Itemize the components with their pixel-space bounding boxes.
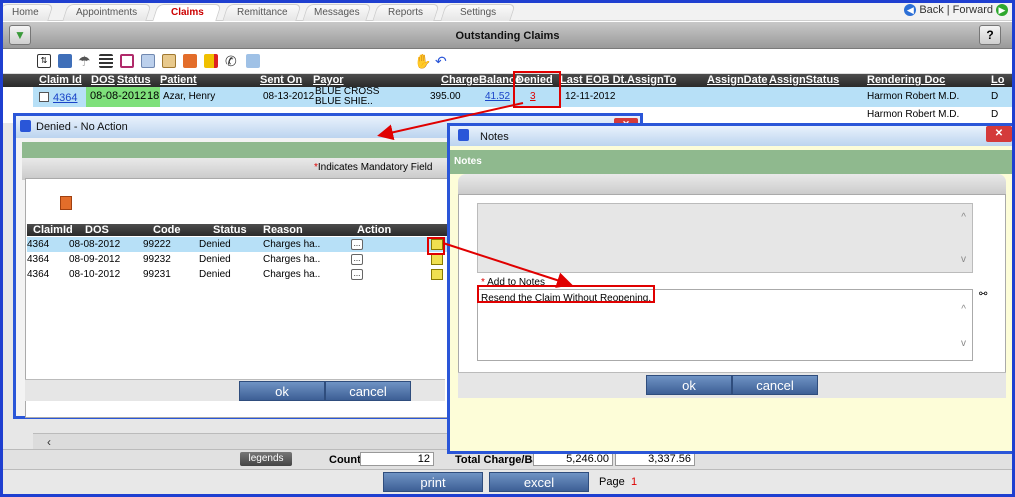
arrow-icon-to-notes <box>442 242 573 288</box>
annotation-arrows <box>377 102 573 288</box>
arrow-denied-to-dialog <box>377 102 524 141</box>
app-frame: Home Appointments Claims Remittance Mess… <box>0 0 1015 497</box>
